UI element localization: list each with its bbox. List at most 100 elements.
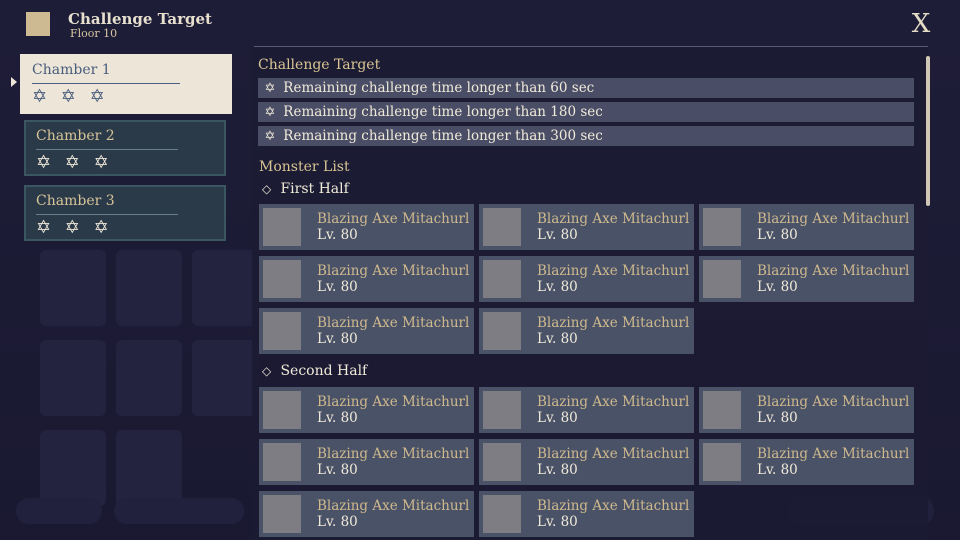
background-card xyxy=(40,430,106,506)
monster-portrait xyxy=(483,208,521,246)
monster-name: Blazing Axe Mitachurl xyxy=(537,498,690,514)
monster-card[interactable]: Blazing Axe Mitachurl Lv. 80 xyxy=(479,204,694,250)
challenge-target-row: ✡ Remaining challenge time longer than 1… xyxy=(258,102,914,122)
monster-level: Lv. 80 xyxy=(757,462,798,478)
divider xyxy=(254,46,928,47)
chamber-2-tab[interactable]: Chamber 2 ✡ ✡ ✡ xyxy=(24,120,226,176)
monster-portrait xyxy=(703,391,741,429)
star-icons: ✡ ✡ ✡ xyxy=(36,152,113,173)
monster-level: Lv. 80 xyxy=(317,331,358,347)
target-text: Remaining challenge time longer than 60 … xyxy=(283,80,595,96)
diamond-icon: ◇ xyxy=(262,364,272,378)
monster-card[interactable]: Blazing Axe Mitachurl Lv. 80 xyxy=(699,439,914,485)
background-card xyxy=(192,250,258,326)
background-card xyxy=(116,250,182,326)
monster-name: Blazing Axe Mitachurl xyxy=(537,394,690,410)
monster-name: Blazing Axe Mitachurl xyxy=(537,263,690,279)
monster-name: Blazing Axe Mitachurl xyxy=(317,263,470,279)
scrollbar[interactable] xyxy=(926,56,930,206)
star-icon: ✡ xyxy=(264,81,276,96)
monster-name: Blazing Axe Mitachurl xyxy=(757,394,910,410)
monster-card[interactable]: Blazing Axe Mitachurl Lv. 80 xyxy=(699,204,914,250)
monster-card[interactable]: Blazing Axe Mitachurl Lv. 80 xyxy=(479,387,694,433)
background-card xyxy=(116,430,182,506)
star-icon: ✡ xyxy=(264,105,276,120)
monster-level: Lv. 80 xyxy=(317,462,358,478)
monster-card[interactable]: Blazing Axe Mitachurl Lv. 80 xyxy=(259,308,474,354)
monster-level: Lv. 80 xyxy=(537,227,578,243)
monster-level: Lv. 80 xyxy=(317,227,358,243)
monster-card[interactable]: Blazing Axe Mitachurl Lv. 80 xyxy=(479,308,694,354)
monster-card[interactable]: Blazing Axe Mitachurl Lv. 80 xyxy=(259,204,474,250)
target-text: Remaining challenge time longer than 180… xyxy=(283,104,603,120)
background-card xyxy=(40,250,106,326)
challenge-target-icon xyxy=(26,12,50,36)
star-icons: ✡ ✡ ✡ xyxy=(32,86,109,107)
monster-level: Lv. 80 xyxy=(317,279,358,295)
monster-portrait xyxy=(483,495,521,533)
challenge-target-heading: Challenge Target xyxy=(258,57,381,73)
background-card xyxy=(116,340,182,416)
first-half-label: First Half xyxy=(280,181,349,197)
monster-name: Blazing Axe Mitachurl xyxy=(317,446,470,462)
monster-card[interactable]: Blazing Axe Mitachurl Lv. 80 xyxy=(259,387,474,433)
monster-level: Lv. 80 xyxy=(537,331,578,347)
monster-list-heading: Monster List xyxy=(259,159,350,175)
monster-level: Lv. 80 xyxy=(757,279,798,295)
chamber-label: Chamber 2 xyxy=(36,128,115,144)
monster-portrait xyxy=(703,443,741,481)
chamber-1-tab[interactable]: Chamber 1 ✡ ✡ ✡ xyxy=(20,54,232,114)
monster-card[interactable]: Blazing Axe Mitachurl Lv. 80 xyxy=(479,491,694,537)
monster-level: Lv. 80 xyxy=(317,410,358,426)
background-pill xyxy=(114,498,244,524)
monster-portrait xyxy=(263,208,301,246)
first-half-heading: ◇ First Half xyxy=(262,181,349,197)
monster-name: Blazing Axe Mitachurl xyxy=(317,498,470,514)
star-icons: ✡ ✡ ✡ xyxy=(36,217,113,238)
background-card xyxy=(40,340,106,416)
monster-name: Blazing Axe Mitachurl xyxy=(757,446,910,462)
monster-level: Lv. 80 xyxy=(537,279,578,295)
monster-card[interactable]: Blazing Axe Mitachurl Lv. 80 xyxy=(479,439,694,485)
monster-card[interactable]: Blazing Axe Mitachurl Lv. 80 xyxy=(699,256,914,302)
monster-portrait xyxy=(703,260,741,298)
monster-card[interactable]: Blazing Axe Mitachurl Lv. 80 xyxy=(699,387,914,433)
monster-card[interactable]: Blazing Axe Mitachurl Lv. 80 xyxy=(259,439,474,485)
challenge-target-row: ✡ Remaining challenge time longer than 6… xyxy=(258,78,914,98)
monster-portrait xyxy=(263,312,301,350)
monster-portrait xyxy=(263,391,301,429)
page-title: Challenge Target xyxy=(68,10,212,28)
monster-level: Lv. 80 xyxy=(757,410,798,426)
monster-portrait xyxy=(263,443,301,481)
monster-name: Blazing Axe Mitachurl xyxy=(317,394,470,410)
target-text: Remaining challenge time longer than 300… xyxy=(283,128,603,144)
background-card xyxy=(192,340,258,416)
divider xyxy=(36,149,178,150)
monster-card[interactable]: Blazing Axe Mitachurl Lv. 80 xyxy=(259,256,474,302)
monster-portrait xyxy=(483,260,521,298)
chamber-3-tab[interactable]: Chamber 3 ✡ ✡ ✡ xyxy=(24,185,226,241)
star-icon: ✡ xyxy=(264,129,276,144)
monster-name: Blazing Axe Mitachurl xyxy=(757,263,910,279)
monster-name: Blazing Axe Mitachurl xyxy=(537,446,690,462)
monster-level: Lv. 80 xyxy=(537,514,578,530)
chamber-label: Chamber 1 xyxy=(32,62,111,78)
divider xyxy=(32,83,180,84)
monster-name: Blazing Axe Mitachurl xyxy=(537,315,690,331)
second-half-label: Second Half xyxy=(280,363,368,379)
monster-level: Lv. 80 xyxy=(757,227,798,243)
monster-card[interactable]: Blazing Axe Mitachurl Lv. 80 xyxy=(479,256,694,302)
challenge-target-row: ✡ Remaining challenge time longer than 3… xyxy=(258,126,914,146)
monster-level: Lv. 80 xyxy=(537,462,578,478)
monster-level: Lv. 80 xyxy=(317,514,358,530)
monster-level: Lv. 80 xyxy=(537,410,578,426)
monster-card[interactable]: Blazing Axe Mitachurl Lv. 80 xyxy=(259,491,474,537)
monster-portrait xyxy=(483,443,521,481)
divider xyxy=(36,214,178,215)
monster-name: Blazing Axe Mitachurl xyxy=(757,211,910,227)
monster-portrait xyxy=(263,260,301,298)
monster-name: Blazing Axe Mitachurl xyxy=(317,315,470,331)
monster-portrait xyxy=(703,208,741,246)
monster-name: Blazing Axe Mitachurl xyxy=(317,211,470,227)
close-button[interactable]: X xyxy=(906,8,936,40)
